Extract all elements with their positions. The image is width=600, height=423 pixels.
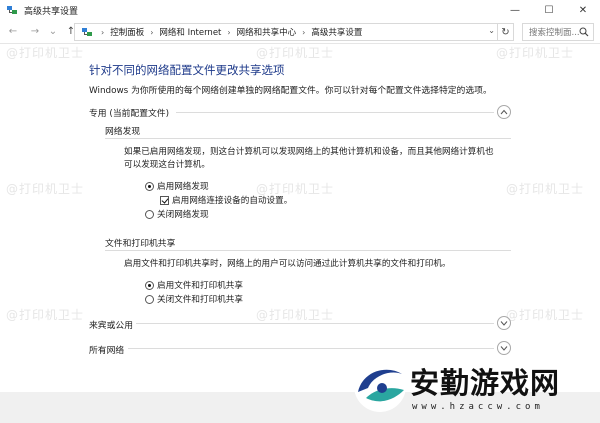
section-guest-header[interactable]: 来宾或公用 [89,318,133,331]
chevron-down-icon [500,346,508,351]
page-title: 针对不同的网络配置文件更改共享选项 [89,63,285,77]
watermark: @打印机卫士 [6,308,85,322]
close-button[interactable]: ✕ [566,0,600,20]
section-all-networks-header[interactable]: 所有网络 [89,343,124,356]
logo-brand-text: 安勤游戏网 [410,366,561,400]
title-bar: 高级共享设置 — ☐ ✕ [0,0,600,20]
maximize-button[interactable]: ☐ [532,0,566,20]
breadcrumb-network-sharing-center[interactable]: 网络和共享中心 [233,26,301,38]
network-discovery-desc-line2: 可以发现这台计算机。 [124,160,210,170]
navigation-bar: ← → ⌄ ↑ › 控制面板 › 网络和 Internet › 网络和共享中心 … [0,20,600,44]
minimize-button[interactable]: — [498,0,532,20]
address-bar[interactable]: › 控制面板 › 网络和 Internet › 网络和共享中心 › 高级共享设置… [74,23,514,41]
file-sharing-on-radio[interactable] [145,280,154,290]
auto-setup-label[interactable]: 启用网络连接设备的自动设置。 [172,194,292,206]
network-discovery-off-option[interactable]: 关闭网络发现 [145,208,209,220]
breadcrumb-control-panel[interactable]: 控制面板 [106,26,148,38]
section-divider [136,323,494,324]
search-icon [579,27,589,37]
network-discovery-on-radio[interactable] [145,181,154,191]
auto-setup-option[interactable]: 启用网络连接设备的自动设置。 [160,194,292,206]
network-discovery-desc-line1: 如果已启用网络发现，则这台计算机可以发现网络上的其他计算机和设备，而且其他网络计… [124,147,494,157]
network-discovery-off-radio[interactable] [145,209,154,219]
file-sharing-on-option[interactable]: 启用文件和打印机共享 [145,279,243,291]
network-discovery-title: 网络发现 [105,127,141,137]
logo-url-text: www.hzaccw.com [412,402,544,412]
site-logo: 安勤游戏网 www.hzaccw.com [348,352,600,423]
logo-emblem-icon [352,358,408,414]
auto-setup-checkbox[interactable] [160,195,169,205]
watermark: @打印机卫士 [256,46,335,60]
address-dropdown-icon[interactable]: ⌄ [488,26,495,35]
section-divider [128,348,494,349]
breadcrumb-separator[interactable]: › [99,28,106,37]
watermark: @打印机卫士 [6,46,85,60]
forward-button[interactable]: → [28,22,42,42]
search-placeholder: 搜索控制面... [529,28,580,38]
back-button[interactable]: ← [6,22,20,42]
network-discovery-on-option[interactable]: 启用网络发现 [145,180,209,192]
chevron-up-icon [500,109,508,115]
section-divider [105,138,511,139]
file-printer-sharing-title: 文件和打印机共享 [105,239,176,249]
network-discovery-description: 如果已启用网络发现，则这台计算机可以发现网络上的其他计算机和设备，而且其他网络计… [124,146,494,172]
network-icon [81,26,93,38]
breadcrumb-separator[interactable]: › [225,28,232,37]
chevron-down-icon [500,321,508,326]
watermark: @打印机卫士 [256,308,335,322]
collapse-private-button[interactable] [497,105,511,119]
network-icon [6,4,18,16]
section-divider [176,112,494,113]
breadcrumb-separator[interactable]: › [300,28,307,37]
file-sharing-on-label[interactable]: 启用文件和打印机共享 [157,279,243,291]
file-sharing-off-option[interactable]: 关闭文件和打印机共享 [145,293,243,305]
search-input[interactable]: 搜索控制面... [522,23,594,41]
file-sharing-off-label[interactable]: 关闭文件和打印机共享 [157,293,243,305]
recent-locations-button[interactable]: ⌄ [46,22,60,42]
section-divider [105,250,511,251]
breadcrumb-advanced-sharing[interactable]: 高级共享设置 [307,26,366,38]
watermark: @打印机卫士 [506,308,585,322]
expand-guest-button[interactable] [497,316,511,330]
network-discovery-on-label[interactable]: 启用网络发现 [157,180,209,192]
file-sharing-off-radio[interactable] [145,294,154,304]
watermark: @打印机卫士 [496,46,575,60]
watermark: @打印机卫士 [6,182,85,196]
window-title: 高级共享设置 [24,6,79,17]
page-description: Windows 为你所使用的每个网络创建单独的网络配置文件。你可以针对每个配置文… [89,86,492,96]
watermark: @打印机卫士 [506,182,585,196]
network-discovery-off-label[interactable]: 关闭网络发现 [157,208,209,220]
refresh-button[interactable]: ↻ [497,23,513,41]
file-printer-sharing-description: 启用文件和打印机共享时，网络上的用户可以访问通过此计算机共享的文件和打印机。 [124,259,451,269]
section-private-header[interactable]: 专用 (当前配置文件) [89,106,169,119]
breadcrumb-separator[interactable]: › [148,28,155,37]
breadcrumb-network-internet[interactable]: 网络和 Internet [155,26,225,38]
